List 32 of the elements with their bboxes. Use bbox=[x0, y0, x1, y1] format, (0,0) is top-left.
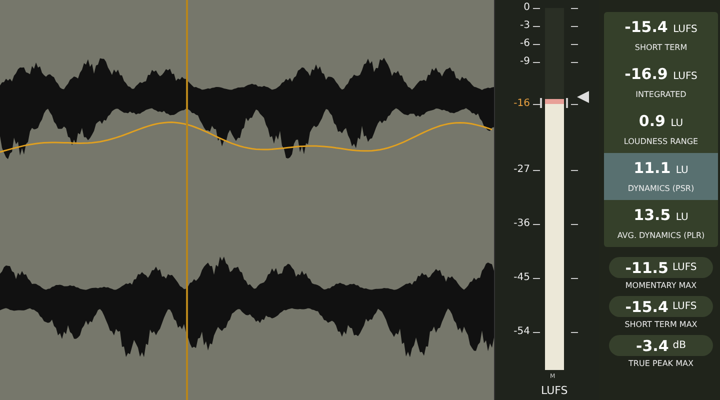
readout-label: SHORT TERM MAX bbox=[624, 320, 698, 330]
scale-label: -3 bbox=[520, 20, 530, 32]
scale-label: -54 bbox=[514, 326, 530, 338]
scale-label: -16 bbox=[514, 98, 530, 110]
readout-label: AVG. DYNAMICS (PLR) bbox=[617, 230, 705, 240]
unit-label: LUFS bbox=[541, 384, 568, 397]
readout-tile[interactable]: -16.9 LUFS INTEGRATED bbox=[604, 59, 718, 106]
readout-label: DYNAMICS (PSR) bbox=[628, 184, 694, 194]
readout-label: TRUE PEAK MAX bbox=[628, 359, 694, 369]
readout-label: LOUDNESS RANGE bbox=[624, 136, 698, 146]
max-value-pill: -11.5 LUFS bbox=[609, 257, 713, 278]
readout-value: 0.9 LU bbox=[638, 112, 684, 132]
readout-label: MOMENTARY MAX bbox=[625, 281, 697, 291]
scale-label: -45 bbox=[514, 272, 530, 284]
readout-tile[interactable]: -15.4 LUFS SHORT TERM bbox=[604, 12, 718, 59]
readout-value: 13.5 LU bbox=[634, 206, 688, 226]
scale-label: -36 bbox=[514, 218, 530, 230]
max-value-pill: -15.4 LUFS bbox=[609, 296, 713, 317]
readout-tile[interactable]: 13.5 LU AVG. DYNAMICS (PLR) bbox=[604, 200, 718, 247]
readout-label: SHORT TERM bbox=[634, 42, 688, 52]
scale-label: -9 bbox=[520, 56, 530, 68]
target-marker-icon[interactable] bbox=[577, 91, 589, 103]
readout-tile[interactable]: 0.9 LU LOUDNESS RANGE bbox=[604, 106, 718, 153]
readout-value: -15.4 LUFS bbox=[624, 18, 698, 38]
readout-value: 11.1 LU bbox=[634, 160, 688, 178]
scale-label: 0 bbox=[524, 2, 530, 14]
readout-label: INTEGRATED bbox=[636, 90, 686, 100]
readout-value: -16.9 LUFS bbox=[624, 66, 698, 84]
scale-label: -6 bbox=[520, 38, 530, 50]
max-value-pill: -3.4 dB bbox=[609, 335, 713, 356]
scale-label: -27 bbox=[514, 164, 530, 176]
readout-tile[interactable]: 11.1 LU DYNAMICS (PSR) bbox=[604, 153, 718, 200]
